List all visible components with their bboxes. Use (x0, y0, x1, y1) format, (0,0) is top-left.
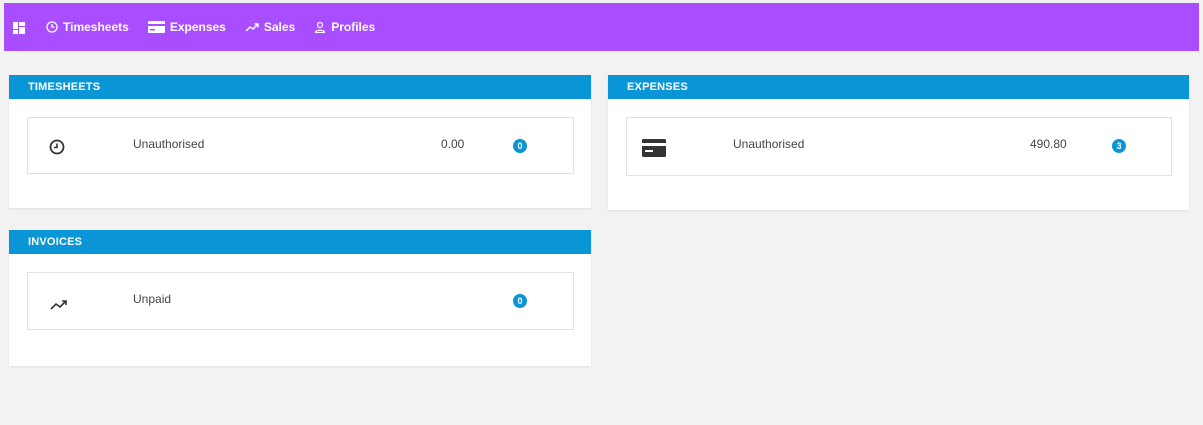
row-label: Unpaid (133, 292, 172, 306)
expenses-unauthorised-row[interactable]: Unauthorised 490.80 3 (626, 117, 1172, 176)
row-label: Unauthorised (733, 137, 805, 151)
nav-item-timesheets[interactable]: Timesheets (46, 20, 129, 34)
invoices-unpaid-row[interactable]: Unpaid 0 (27, 272, 574, 330)
top-nav-bar: Timesheets Expenses Sales Profiles (4, 3, 1199, 51)
nav-item-label: Timesheets (63, 20, 129, 34)
credit-card-icon (642, 139, 666, 162)
card-title: TIMESHEETS (9, 75, 591, 99)
clock-icon (49, 139, 65, 160)
main-nav: Timesheets Expenses Sales Profiles (46, 20, 394, 34)
count-badge: 0 (513, 139, 527, 153)
credit-card-icon (147, 21, 165, 33)
user-icon (315, 21, 326, 33)
dashboard-icon[interactable] (13, 21, 25, 34)
nav-item-profiles[interactable]: Profiles (314, 20, 375, 34)
row-amount: 490.80 (1030, 137, 1067, 151)
nav-item-sales[interactable]: Sales (245, 20, 295, 34)
nav-item-label: Sales (263, 20, 296, 34)
row-label: Unauthorised (133, 137, 205, 151)
timesheets-card: TIMESHEETS Unauthorised 0.00 0 (9, 75, 591, 208)
card-title: EXPENSES (608, 75, 1189, 99)
clock-icon (46, 21, 58, 33)
count-badge: 3 (1112, 139, 1126, 153)
trending-up-icon (50, 297, 68, 315)
nav-item-label: Expenses (169, 20, 226, 34)
nav-item-expenses[interactable]: Expenses (147, 20, 226, 34)
trending-up-icon (245, 23, 259, 32)
card-title: INVOICES (9, 230, 591, 254)
nav-item-label: Profiles (331, 20, 376, 34)
timesheets-unauthorised-row[interactable]: Unauthorised 0.00 0 (27, 117, 574, 174)
expenses-card: EXPENSES Unauthorised 490.80 3 (608, 75, 1189, 210)
row-amount: 0.00 (441, 137, 465, 151)
count-badge: 0 (513, 294, 527, 308)
invoices-card: INVOICES Unpaid 0 (9, 230, 591, 366)
